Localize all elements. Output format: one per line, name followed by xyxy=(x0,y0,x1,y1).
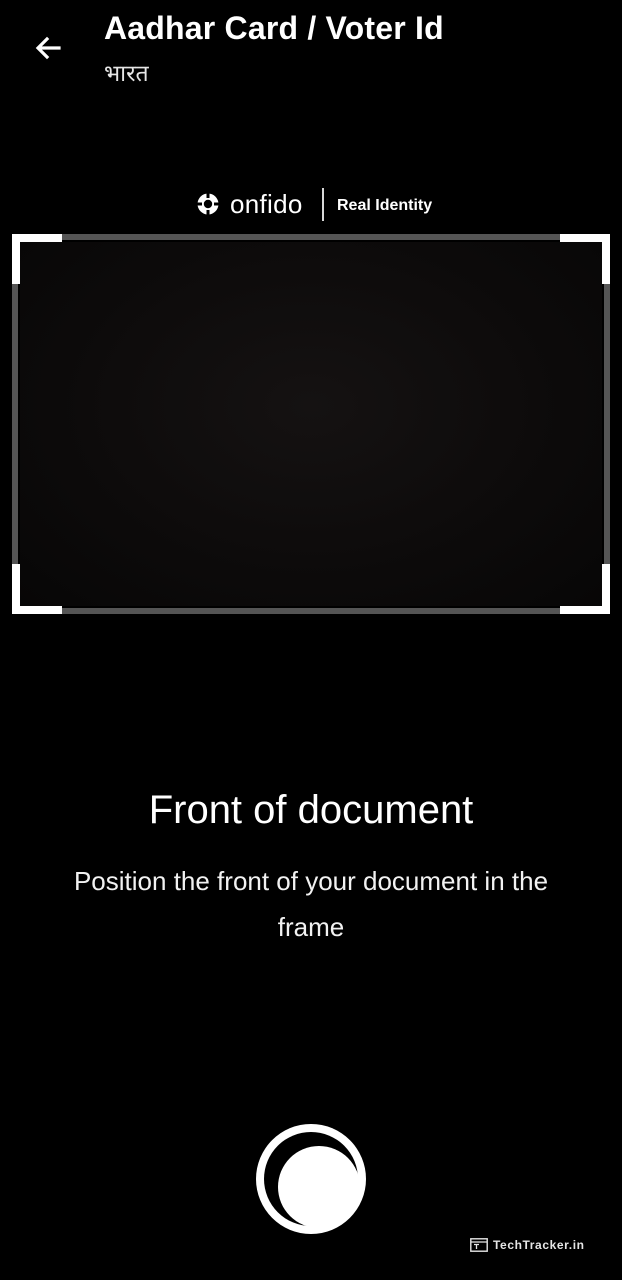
frame-edge-right xyxy=(604,276,610,572)
onfido-wordmark: onfido xyxy=(230,189,303,219)
frame-corner-bottom-right xyxy=(560,564,610,614)
onfido-logo-icon xyxy=(196,192,220,216)
frame-corner-bottom-left xyxy=(12,564,62,614)
page-title: Aadhar Card / Voter Id xyxy=(104,10,444,46)
capture-shutter-button[interactable] xyxy=(256,1124,366,1234)
frame-edge-bottom xyxy=(54,608,568,614)
frame-edge-left xyxy=(12,276,18,572)
brand-divider xyxy=(322,188,324,221)
watermark: TechTracker.in xyxy=(470,1236,585,1254)
top-app-bar: Aadhar Card / Voter Id भारत xyxy=(0,0,622,110)
onfido-branding: onfido Real Identity xyxy=(196,186,456,222)
camera-shutter-icon xyxy=(264,1132,360,1228)
instruction-title: Front of document xyxy=(148,788,474,832)
frame-corner-top-right xyxy=(560,234,610,284)
frame-edge-top xyxy=(54,234,568,240)
browser-window-icon xyxy=(470,1238,488,1252)
back-button[interactable] xyxy=(28,28,68,68)
instruction-body: Position the front of your document in t… xyxy=(73,866,549,942)
arrow-left-icon xyxy=(35,36,61,60)
document-capture-frame xyxy=(12,234,610,614)
frame-corner-top-left xyxy=(12,234,62,284)
camera-preview xyxy=(20,242,602,606)
watermark-text: TechTracker.in xyxy=(493,1238,585,1252)
brand-tagline: Real Identity xyxy=(337,197,433,214)
country-subtitle: भारत xyxy=(104,61,149,87)
shutter-core xyxy=(278,1146,360,1228)
